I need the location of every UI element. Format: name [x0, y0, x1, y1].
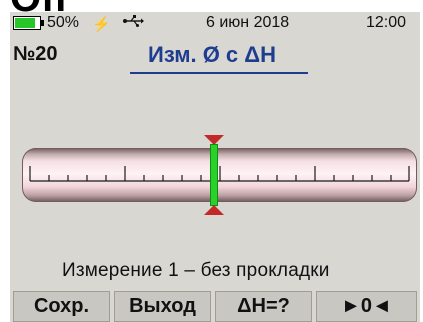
- delta-h-button[interactable]: ΔH=?: [215, 291, 312, 322]
- status-time: 12:00: [366, 14, 407, 31]
- status-bar: 50% ⚡ 6 июн 2018 12:00: [10, 12, 420, 34]
- battery-tip: [41, 20, 44, 26]
- zero-button[interactable]: ►0◄: [316, 291, 417, 322]
- top-clipped-text: Оп: [0, 0, 423, 12]
- status-date: 6 июн 2018: [206, 14, 290, 31]
- clipped-heading-text: Оп: [10, 0, 67, 12]
- mode-title: Изм. Ø с ΔH: [148, 42, 276, 67]
- battery-fill: [15, 18, 35, 28]
- battery-icon: [13, 16, 44, 30]
- center-marker: [204, 135, 224, 215]
- lightning-icon: ⚡: [92, 16, 111, 33]
- marker-bottom-triangle: [204, 205, 224, 215]
- save-button[interactable]: Сохр.: [13, 291, 110, 322]
- exit-button[interactable]: Выход: [114, 291, 211, 322]
- mode-title-underline: [130, 72, 308, 74]
- battery-percent: 50%: [47, 14, 80, 31]
- status-message: Измерение 1 – без прокладки: [62, 260, 330, 281]
- measurement-number: №20: [13, 43, 58, 65]
- marker-green-bar: [210, 144, 218, 206]
- usb-icon: [122, 12, 144, 35]
- device-screen: 50% ⚡ 6 июн 2018 12:00 №20 Изм. Ø с ΔH И…: [10, 12, 420, 322]
